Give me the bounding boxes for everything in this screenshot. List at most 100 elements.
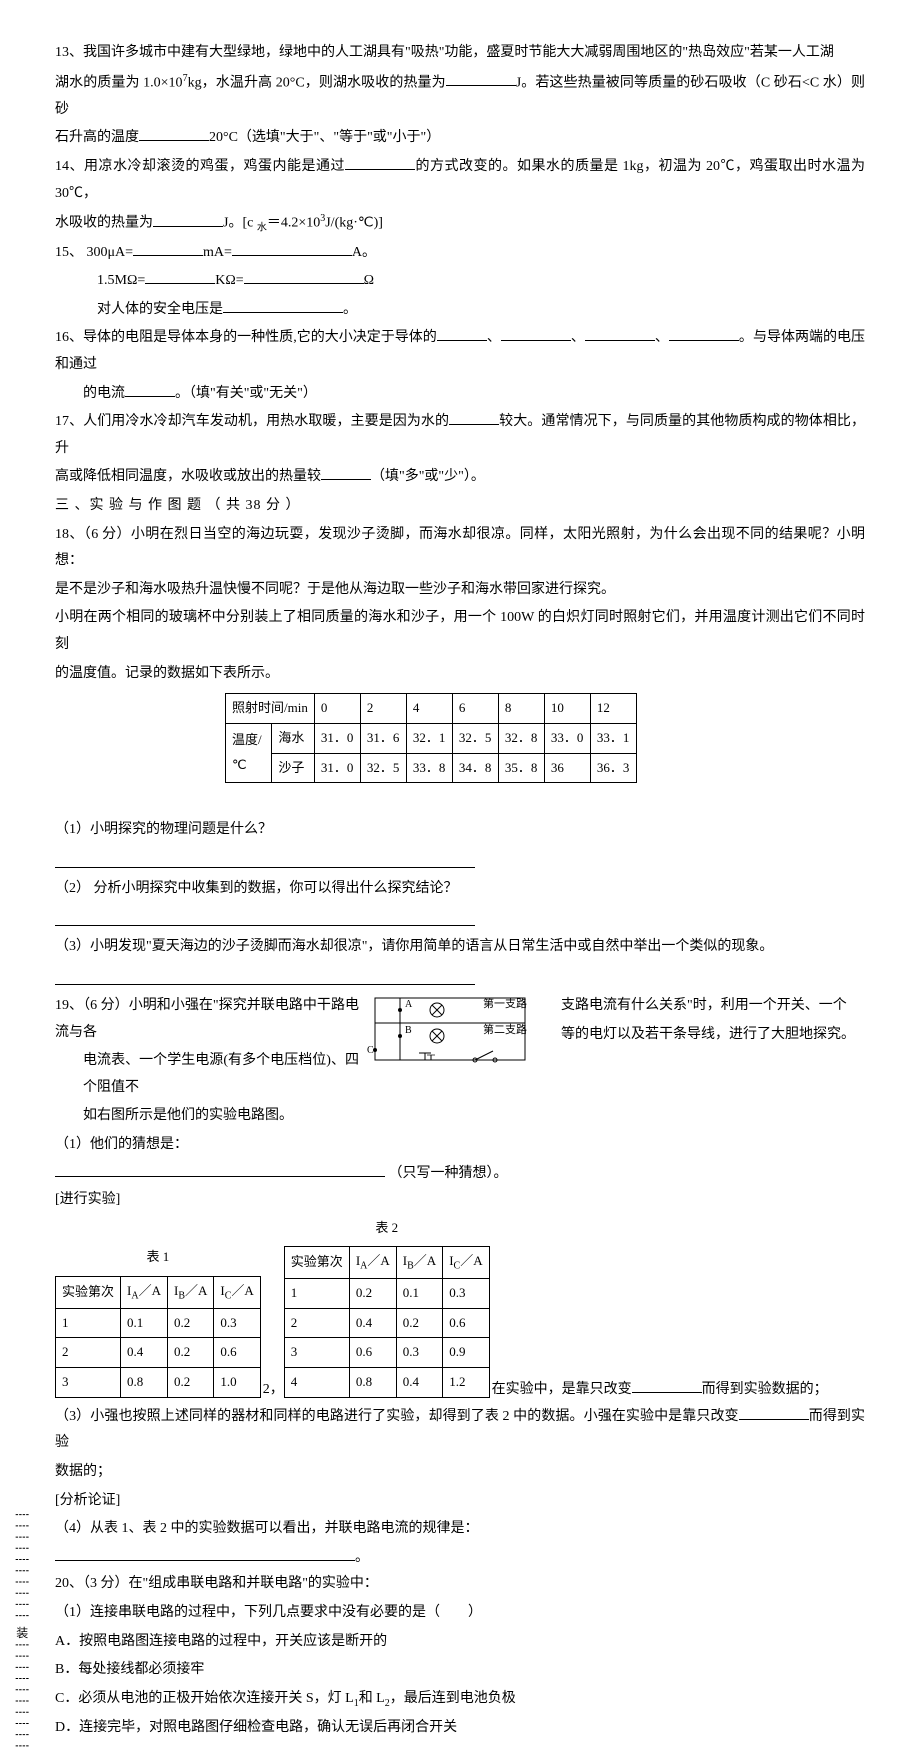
q16-line2: 的电流 。（填"有关"或"无关"）: [55, 381, 865, 408]
optC-c: ，最后连到电池负极: [390, 1691, 516, 1706]
blank-q15-ko[interactable]: [145, 268, 215, 284]
optC-a: C．必须从电池的正极开始依次连接开关 S，灯 L: [55, 1691, 354, 1706]
q19-sub1b: （只写一种猜想）。: [389, 1166, 508, 1181]
q19-sub4: （4）从表 1、表 2 中的实验数据可以看出，并联电路电流的规律是：: [55, 1516, 865, 1543]
q19-l1l: 19、（6 分）小明和小强在"探究并联电路中干路电流与各: [55, 993, 359, 1046]
cell: 0.4: [396, 1368, 442, 1398]
t2c: 而得到实验数据的；: [702, 1382, 828, 1397]
circuit-diagram: A B C 第一支路 第二支路: [365, 993, 555, 1073]
tables-wrap: 表 1 实验第次 IA／A IB／A IC／A 10.10.20.3 20.40…: [55, 1216, 865, 1404]
hdr-exp: 实验第次: [56, 1277, 121, 1309]
q15-line3: 对人体的安全电压是。: [55, 297, 865, 324]
blank-q15-volt[interactable]: [223, 297, 343, 313]
cell: 3: [56, 1368, 121, 1398]
cell: 1.2: [443, 1368, 489, 1398]
hdr-exp: 实验第次: [284, 1247, 349, 1279]
table-row: 沙子 31．0 32．5 33．8 34．8 35．8 36 36．3: [226, 753, 637, 783]
table-row: 照射时间/min 0 2 4 6 8 10 12: [226, 694, 637, 724]
hdr-ic: IC／A: [443, 1247, 489, 1279]
q16-l2a: 的电流: [83, 386, 125, 401]
answer-line-q18-3[interactable]: [55, 965, 475, 985]
q20-optD[interactable]: D．连接完毕，对照电路图仔细检查电路，确认无误后再闭合开关: [55, 1715, 865, 1742]
q20-optC[interactable]: C．必须从电池的正极开始依次连接开关 S，灯 L1和 L2，最后连到电池负极: [55, 1686, 865, 1713]
q16-l1b: 、: [487, 330, 501, 345]
blank-q16-2[interactable]: [501, 325, 571, 341]
q18-table: 照射时间/min 0 2 4 6 8 10 12 温度/℃ 海水 31．0 31…: [225, 693, 637, 783]
side-binding-mark: ┊┊┊┊┊┊┊┊┊┊ 装 ┊┊┊┊┊┊┊┊┊┊: [10, 1511, 33, 1754]
q19-table1: 实验第次 IA／A IB／A IC／A 10.10.20.3 20.40.20.…: [55, 1276, 261, 1398]
blank-q19-guess[interactable]: [55, 1161, 385, 1177]
q17-l2a: 高或降低相同温度，水吸收或放出的热量较: [55, 469, 321, 484]
blank-q19-3[interactable]: [739, 1404, 809, 1420]
cell: 31．6: [360, 723, 406, 753]
q18-sub1: （1）小明探究的物理问题是什么？: [55, 817, 865, 844]
cell: 1: [284, 1279, 349, 1309]
sea-label: 海水: [272, 723, 314, 753]
q19-sub1: （1）他们的猜想是：: [55, 1132, 865, 1159]
cell: 34．8: [452, 753, 498, 783]
q17-line2: 高或降低相同温度，水吸收或放出的热量较（填"多"或"少"）。: [55, 464, 865, 491]
side-char: 装: [15, 1626, 29, 1638]
dots-bot: ┊┊┊┊┊┊┊┊┊┊: [15, 1641, 29, 1753]
table-row: 实验第次 IA／A IB／A IC／A: [284, 1247, 489, 1279]
blank-q16-4[interactable]: [669, 325, 739, 341]
label-branch1: 第一支路: [483, 996, 527, 1010]
optC-b: 和 L: [359, 1691, 385, 1706]
hdr-10: 10: [544, 694, 590, 724]
blank-q17-1[interactable]: [449, 409, 499, 425]
blank-q19-2[interactable]: [632, 1377, 702, 1393]
q19-sub1-line: （只写一种猜想）。: [55, 1161, 865, 1188]
cell: 0.6: [349, 1338, 396, 1368]
blank-q17-2[interactable]: [321, 464, 371, 480]
hdr-ib: IB／A: [167, 1277, 213, 1309]
q16-line1: 16、导体的电阻是导体本身的一种性质,它的大小决定于导体的、、、。与导体两端的电…: [55, 325, 865, 378]
q18-sub2: （2） 分析小明探究中收集到的数据，你可以得出什么探究结论？: [55, 876, 865, 903]
cell: 0.3: [214, 1308, 260, 1338]
q15-line1: 15、 300μA=mA=A。: [55, 240, 865, 267]
sub-water: 水: [257, 223, 267, 234]
t1-caption: 表 1: [55, 1245, 261, 1270]
cell: 0.1: [396, 1279, 442, 1309]
blank-q15-a[interactable]: [232, 240, 352, 256]
t2b: 在实验中，是靠只改变: [492, 1382, 632, 1397]
cell: 0.8: [349, 1368, 396, 1398]
blank-q14-way[interactable]: [345, 154, 415, 170]
blank-q16-5[interactable]: [125, 381, 175, 397]
cell: 4: [284, 1368, 349, 1398]
blank-q15-ma[interactable]: [133, 240, 203, 256]
table-row: 温度/℃ 海水 31．0 31．6 32．1 32．5 32．8 33．0 33…: [226, 723, 637, 753]
cell: 33．8: [406, 753, 452, 783]
hdr-time: 照射时间/min: [226, 694, 315, 724]
q14-l2d: J/(kg·℃)]: [325, 216, 383, 231]
q20-title: 20、（3 分）在"组成串联电路和并联电路"的实验中：: [55, 1571, 865, 1598]
q15-l3a: 对人体的安全电压是: [97, 302, 223, 317]
blank-q16-1[interactable]: [437, 325, 487, 341]
q19-l2l: 电流表、一个学生电源(有多个电压档位)、四个阻值不: [55, 1048, 359, 1101]
hdr-ib: IB／A: [396, 1247, 442, 1279]
blank-q15-o[interactable]: [244, 268, 364, 284]
cell: 0.2: [167, 1368, 213, 1398]
answer-line-q18-1[interactable]: [55, 848, 475, 868]
cell: 0.3: [396, 1338, 442, 1368]
answer-line-q18-2[interactable]: [55, 906, 475, 926]
hdr-8: 8: [498, 694, 544, 724]
q20-optB[interactable]: B．每处接线都必须接牢: [55, 1657, 865, 1684]
hdr-0: 0: [314, 694, 360, 724]
q17-line1: 17、人们用冷水冷却汽车发动机，用热水取暖，主要是因为水的较大。通常情况下，与同…: [55, 409, 865, 462]
q20-optA[interactable]: A．按照电路图连接电路的过程中，开关应该是断开的: [55, 1629, 865, 1656]
blank-q13-heat[interactable]: [446, 70, 516, 86]
q18-sub3: （3）小明发现"夏天海边的沙子烫脚而海水却很凉"，请你用简单的语言从日常生活中或…: [55, 934, 865, 961]
hdr-ia: IA／A: [121, 1277, 168, 1309]
cell: 0.6: [443, 1308, 489, 1338]
blank-q14-heat[interactable]: [153, 211, 223, 227]
q16-l2b: 。（填"有关"或"无关"）: [175, 386, 317, 401]
cell: 0.9: [443, 1338, 489, 1368]
cell: 0.6: [214, 1338, 260, 1368]
blank-q19-rule[interactable]: [55, 1545, 355, 1561]
cell: 32．5: [360, 753, 406, 783]
table-row: 40.80.41.2: [284, 1368, 489, 1398]
blank-q13-temp[interactable]: [139, 125, 209, 141]
cell: 0.2: [396, 1308, 442, 1338]
cell: 0.4: [349, 1308, 396, 1338]
blank-q16-3[interactable]: [585, 325, 655, 341]
